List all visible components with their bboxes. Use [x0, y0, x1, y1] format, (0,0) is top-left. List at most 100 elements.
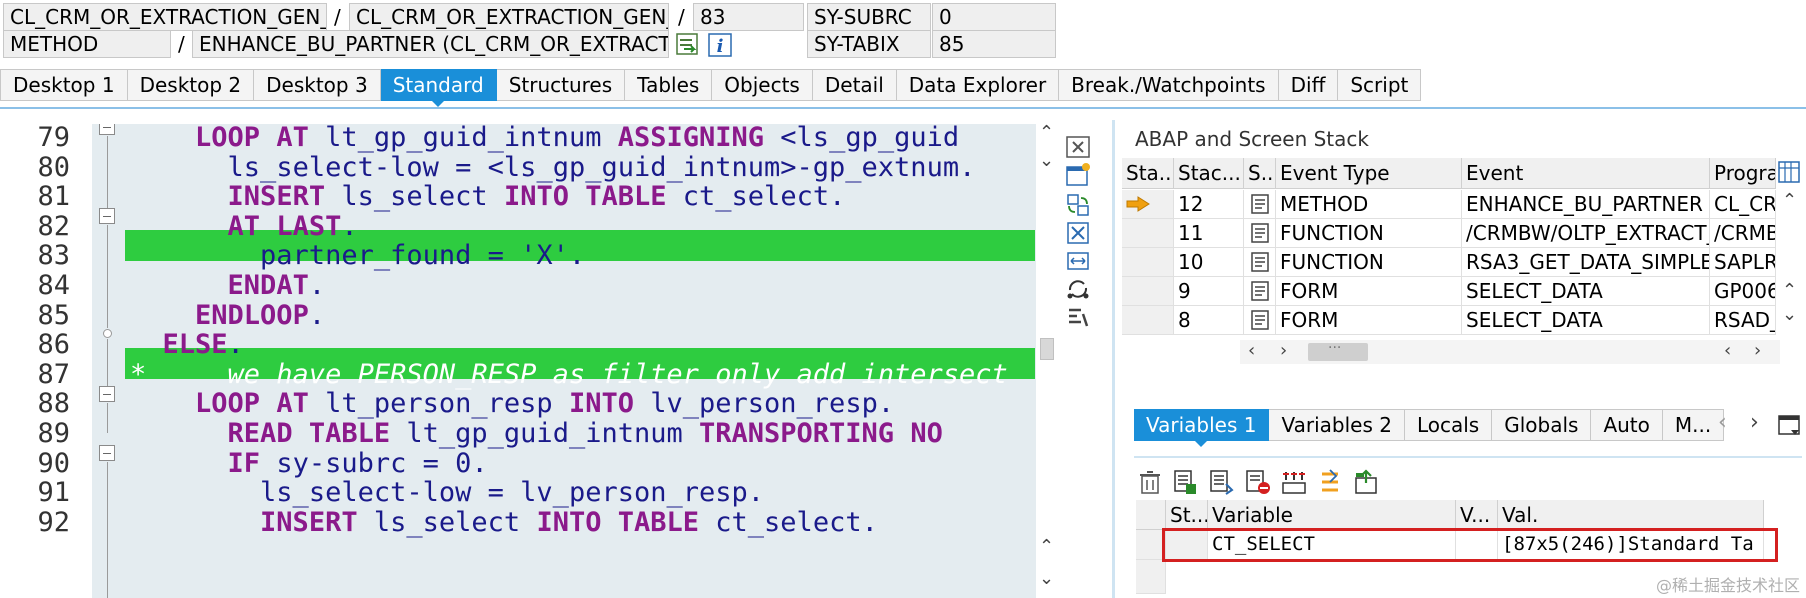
tab-standard[interactable]: Standard [380, 69, 497, 107]
tab-data-explorer[interactable]: Data Explorer [896, 69, 1060, 101]
stack-event-type: METHOD [1276, 190, 1462, 219]
scroll-left-icon[interactable]: ‹ [1248, 342, 1255, 360]
stack-scroll-down-icon[interactable]: ⌄ [1782, 306, 1797, 324]
refresh-icon[interactable] [1065, 276, 1091, 302]
grid-settings-icon[interactable] [1777, 160, 1801, 184]
scroll-grip[interactable] [1040, 338, 1054, 360]
delete-icon[interactable] [1136, 468, 1164, 496]
stack-event: SELECT_DATA [1462, 306, 1710, 335]
close-pane-icon[interactable] [1065, 134, 1091, 160]
table-row[interactable] [1122, 248, 1174, 277]
swap-pane-icon[interactable] [1065, 192, 1091, 218]
add-row-icon[interactable] [1172, 468, 1200, 496]
source-code-icon[interactable] [1250, 280, 1270, 302]
table-row[interactable] [1122, 277, 1174, 306]
stack-column-header[interactable]: Event Type [1276, 158, 1462, 189]
stack-source-cell [1244, 190, 1276, 219]
source-code-icon[interactable] [1250, 251, 1270, 273]
export-icon[interactable] [1352, 468, 1380, 496]
stack-scroll-up-icon[interactable]: ⌃ [1782, 192, 1797, 210]
tab-variables-1[interactable]: Variables 1 [1134, 409, 1270, 447]
tab-globals[interactable]: Globals [1492, 409, 1592, 441]
table-row[interactable] [1122, 306, 1174, 335]
tab-scroll-right-icon[interactable]: › [1750, 412, 1759, 434]
stack-column-header[interactable]: Program [1710, 158, 1776, 189]
separator: / [678, 5, 685, 29]
tab-diff[interactable]: Diff [1278, 69, 1339, 101]
stack-level: 8 [1174, 306, 1244, 335]
fold-toggle[interactable] [99, 124, 115, 135]
table-row[interactable] [1122, 190, 1174, 219]
tab-objects[interactable]: Objects [712, 69, 813, 101]
fold-toggle[interactable] [99, 445, 115, 461]
tab-structures[interactable]: Structures [496, 69, 626, 101]
variables-divider [1134, 456, 1802, 458]
tab-variables-2[interactable]: Variables 2 [1269, 409, 1405, 441]
stack-column-header[interactable]: S.. [1244, 158, 1276, 189]
fold-guide [107, 462, 108, 598]
source-code-icon[interactable] [1250, 193, 1270, 215]
stack-source-cell [1244, 248, 1276, 277]
editor-side-toolbar [1060, 124, 1096, 598]
scroll-down-icon[interactable]: ⌄ [1039, 570, 1054, 588]
separator: / [334, 5, 341, 29]
source-code-icon[interactable] [1250, 309, 1270, 331]
stack-event-type: FUNCTION [1276, 248, 1462, 277]
tab-underline [0, 107, 1806, 109]
tab-desktop-1[interactable]: Desktop 1 [0, 69, 128, 101]
fold-end-marker [103, 329, 112, 338]
tab-locals[interactable]: Locals [1404, 409, 1493, 441]
tab-auto[interactable]: Auto [1591, 409, 1663, 441]
fold-guide [107, 136, 108, 213]
tab-scroll-left-icon[interactable]: ‹ [1718, 412, 1727, 434]
variables-column-header[interactable] [1136, 500, 1166, 530]
stack-event: /CRMBW/OLTP_EXTRACT_… [1462, 219, 1710, 248]
new-window-icon[interactable] [1065, 162, 1091, 188]
tab-breakpoints[interactable]: Break./Watchpoints [1059, 69, 1279, 101]
stack-source-cell [1244, 306, 1276, 335]
compare-icon[interactable] [1316, 468, 1344, 496]
resize-horizontal-icon[interactable] [1065, 248, 1091, 274]
tab-desktop-2[interactable]: Desktop 2 [127, 69, 255, 101]
line-number: 92 [37, 506, 70, 538]
tab-more[interactable]: M... [1662, 409, 1725, 441]
stack-source-cell [1244, 277, 1276, 306]
tab-detail[interactable]: Detail [812, 69, 897, 101]
tab-script[interactable]: Script [1338, 69, 1422, 101]
stack-column-header[interactable]: Sta... [1122, 158, 1174, 189]
remove-row-icon[interactable] [1244, 468, 1272, 496]
editor-vertical-scrollbar[interactable]: ⌃ ⌄ ⌃ ⌄ [1036, 124, 1058, 598]
variables-column-header[interactable]: V... [1456, 500, 1498, 530]
columns-icon[interactable] [1280, 468, 1308, 496]
stack-event-type: FORM [1276, 306, 1462, 335]
variables-column-header[interactable]: Val. [1498, 500, 1764, 530]
stack-scroll-up-icon[interactable]: ⌃ [1782, 282, 1797, 300]
scroll-right-icon[interactable]: › [1280, 342, 1287, 360]
scroll-right-icon[interactable]: › [1754, 342, 1761, 360]
insert-row-icon[interactable] [1208, 468, 1236, 496]
variables-column-header[interactable]: St... [1166, 500, 1208, 530]
navigate-source-icon[interactable] [674, 31, 702, 59]
source-code-icon[interactable] [1250, 222, 1270, 244]
maximize-icon[interactable] [1065, 220, 1091, 246]
variables-column-header[interactable]: Variable [1208, 500, 1456, 530]
scroll-left-icon[interactable]: ‹ [1724, 342, 1731, 360]
source-code-editor[interactable]: 79 LOOP AT lt_gp_guid_intnum ASSIGNING <… [0, 124, 1036, 598]
tab-tables[interactable]: Tables [625, 69, 713, 101]
table-row[interactable] [1122, 219, 1174, 248]
line-number-field: 83 [693, 3, 804, 31]
scroll-up-icon[interactable]: ⌃ [1039, 124, 1054, 142]
window-menu-icon[interactable] [1777, 412, 1803, 438]
pane-splitter[interactable] [1112, 120, 1115, 598]
fold-toggle[interactable] [99, 386, 115, 402]
scroll-up-icon[interactable]: ⌃ [1039, 538, 1054, 556]
stack-program: RSAD_ [1710, 306, 1776, 335]
tools-icon[interactable] [1065, 304, 1091, 330]
scroll-down-icon[interactable]: ⌄ [1039, 152, 1054, 170]
stack-column-header[interactable]: Event [1462, 158, 1710, 189]
tab-desktop-3[interactable]: Desktop 3 [254, 69, 381, 101]
fold-toggle[interactable] [99, 208, 115, 224]
stack-horizontal-scrollbar[interactable]: ‹ › ··· ‹ › [1240, 340, 1780, 364]
stack-column-header[interactable]: Stac... [1174, 158, 1244, 189]
info-icon[interactable]: i [706, 31, 734, 59]
